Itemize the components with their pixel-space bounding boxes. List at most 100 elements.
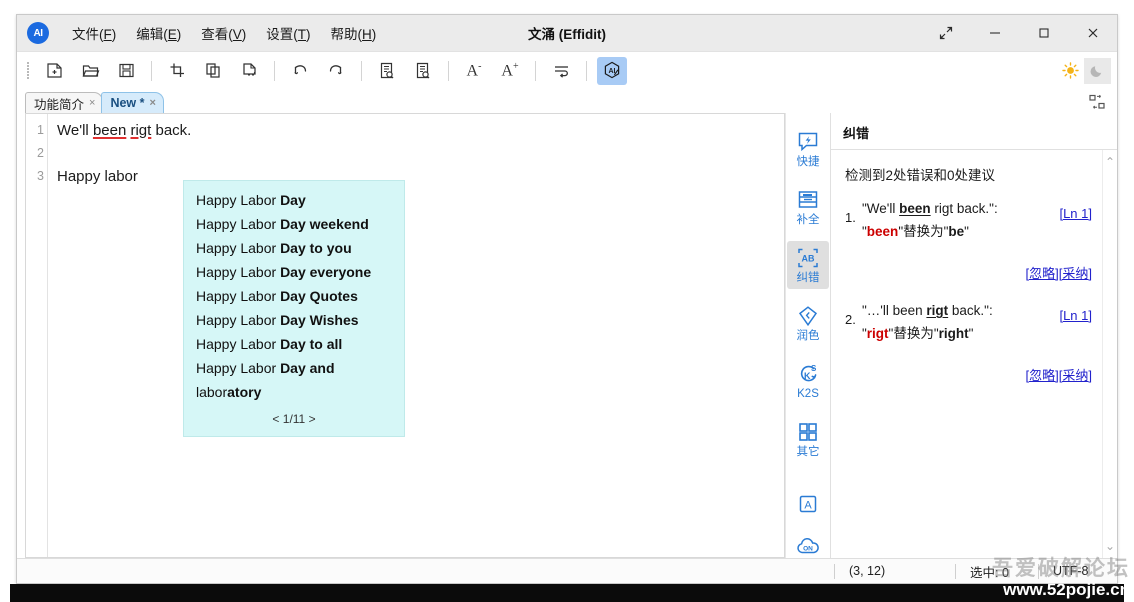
language-a-icon[interactable]: A	[787, 487, 829, 520]
issue-ignore-link[interactable]: [忽略]	[1026, 368, 1059, 383]
redo-icon[interactable]	[321, 57, 351, 85]
autocomplete-item[interactable]: Happy Labor Day Wishes	[184, 308, 404, 332]
app-window: AI 文件(F) 编辑(E) 查看(V) 设置(T) 帮助(H) 文涌 (Eff…	[16, 14, 1118, 584]
font-increase-icon[interactable]: A+	[495, 57, 525, 85]
find-icon[interactable]	[372, 57, 402, 85]
quote-pre: "…'ll been	[862, 303, 927, 318]
paste-icon[interactable]	[234, 57, 264, 85]
rail-item-polish[interactable]: 润色	[787, 299, 829, 347]
autocomplete-item[interactable]: Happy Labor Day	[184, 188, 404, 212]
menu-view[interactable]: 查看(V)	[192, 19, 255, 47]
issue-ignore-link[interactable]: [忽略]	[1026, 266, 1059, 281]
copy-icon[interactable]	[198, 57, 228, 85]
issue-row: 1. "We'll been rigt back.": "been"替换为"be…	[845, 198, 1092, 282]
main-body: 1 2 3 We'll been rigt back. Happy labor …	[17, 113, 1117, 558]
autocomplete-item[interactable]: Happy Labor Day and	[184, 356, 404, 380]
ac-suffix: Day to all	[280, 336, 343, 352]
rail-item-quick[interactable]: 快捷	[787, 125, 829, 173]
issue-quote: "We'll been rigt back.":	[862, 198, 1006, 219]
moon-icon[interactable]	[1084, 57, 1111, 84]
autocomplete-popup[interactable]: Happy Labor Day Happy Labor Day weekend …	[183, 180, 405, 437]
scroll-down-icon[interactable]: ⌄	[1105, 539, 1115, 553]
autocomplete-next-button[interactable]: >	[309, 412, 316, 426]
window-title-cn: 文涌	[528, 27, 555, 42]
menu-settings-label: 设置	[266, 27, 294, 42]
tab-intro-label: 功能简介	[34, 97, 85, 112]
window-shadow-right-cap	[1124, 584, 1134, 602]
rail-label-proofread: 纠错	[796, 272, 820, 284]
status-encoding: UTF-8	[1053, 564, 1089, 578]
sun-icon[interactable]	[1057, 57, 1084, 84]
rail-item-proofread[interactable]: AB 纠错	[787, 241, 829, 289]
undo-icon[interactable]	[285, 57, 315, 85]
close-button[interactable]	[1068, 15, 1117, 51]
toolbar-separator-6	[586, 60, 587, 81]
menu-edit[interactable]: 编辑(E)	[127, 19, 190, 47]
autocomplete-item[interactable]: Happy Labor Day to you	[184, 236, 404, 260]
font-decrease-icon[interactable]: A-	[459, 57, 489, 85]
rail-item-other[interactable]: 其它	[787, 415, 829, 463]
scroll-up-icon[interactable]: ⌃	[1105, 155, 1115, 169]
rail-item-k2s[interactable]: KS K2S	[787, 357, 829, 405]
misspelled-word-rigt[interactable]: rigt	[130, 122, 151, 139]
misspelled-word-been[interactable]: been	[93, 122, 126, 139]
editor-text[interactable]: We'll been rigt back. Happy labor Happy …	[48, 114, 784, 557]
theme-toggle[interactable]	[1057, 57, 1111, 84]
rail-label-polish: 润色	[796, 330, 820, 342]
menu-bar: 文件(F) 编辑(E) 查看(V) 设置(T) 帮助(H)	[63, 19, 385, 47]
panel-scrollbar[interactable]: ⌃ ⌄	[1102, 150, 1117, 558]
autocomplete-item[interactable]: laboratory	[184, 380, 404, 404]
cloud-on-icon[interactable]: ON	[787, 530, 829, 561]
autocomplete-prev-button[interactable]: <	[272, 412, 279, 426]
ac-prefix: Happy Labor	[196, 312, 281, 328]
find-replace-icon[interactable]	[408, 57, 438, 85]
issue-text: "…'ll been rigt back.": "rigt"替换为"right"	[862, 300, 1006, 384]
ai-assist-icon[interactable]: AI	[597, 56, 627, 85]
menu-help-label: 帮助	[330, 27, 358, 42]
maximize-button[interactable]	[1019, 15, 1068, 51]
autocomplete-item[interactable]: Happy Labor Day Quotes	[184, 284, 404, 308]
issue-accept-link[interactable]: [采纳]	[1059, 368, 1092, 383]
rep-mid: "替换为"	[898, 224, 949, 239]
menu-settings[interactable]: 设置(T)	[257, 19, 319, 47]
line-number-gutter: 1 2 3	[26, 114, 48, 557]
autocomplete-item[interactable]: Happy Labor Day everyone	[184, 260, 404, 284]
window-controls	[921, 15, 1117, 51]
autocomplete-page-count: 1/11	[282, 412, 306, 426]
rail-item-completion[interactable]: 补全	[787, 183, 829, 231]
issue-line-link[interactable]: [Ln 1]	[1059, 308, 1092, 323]
toolbar-grip[interactable]	[23, 60, 33, 82]
wrap-text-icon[interactable]	[546, 57, 576, 85]
svg-text:AB: AB	[802, 254, 815, 264]
tab-new[interactable]: New * ×	[101, 92, 164, 113]
new-file-icon[interactable]	[39, 57, 69, 85]
tab-intro[interactable]: 功能简介 ×	[25, 92, 104, 113]
panel-content: 检测到2处错误和0处建议 1. "We'll been rigt back.":…	[831, 150, 1102, 558]
menu-file-label: 文件	[72, 27, 99, 42]
rail-label-completion: 补全	[796, 214, 820, 226]
open-folder-icon[interactable]	[75, 57, 105, 85]
tab-intro-close-icon[interactable]: ×	[89, 97, 95, 109]
ac-suffix: Day and	[280, 360, 335, 376]
issue-actions: [Ln 1] [忽略][采纳]	[1006, 300, 1092, 384]
ac-prefix: Happy Labor	[196, 240, 281, 256]
minimize-button[interactable]	[970, 15, 1019, 51]
issue-accept-link[interactable]: [采纳]	[1059, 266, 1092, 281]
toolbar-separator-4	[448, 60, 449, 81]
issue-text: "We'll been rigt back.": "been"替换为"be"	[862, 198, 1006, 282]
editor-area[interactable]: 1 2 3 We'll been rigt back. Happy labor …	[25, 113, 785, 558]
autocomplete-item[interactable]: Happy Labor Day weekend	[184, 212, 404, 236]
ac-suffix: atory	[227, 384, 262, 400]
save-icon[interactable]	[111, 57, 141, 85]
cut-icon[interactable]	[162, 57, 192, 85]
issue-line-link[interactable]: [Ln 1]	[1059, 206, 1092, 221]
expand-button[interactable]	[921, 15, 970, 51]
menu-file[interactable]: 文件(F)	[63, 19, 125, 47]
issue-replacement: "been"替换为"be"	[862, 221, 1006, 242]
menu-help[interactable]: 帮助(H)	[322, 19, 386, 47]
tab-new-close-icon[interactable]: ×	[150, 97, 156, 109]
split-view-icon[interactable]	[1087, 92, 1107, 112]
autocomplete-item[interactable]: Happy Labor Day to all	[184, 332, 404, 356]
ac-suffix: Day Quotes	[280, 288, 358, 304]
panel-summary: 检测到2处错误和0处建议	[845, 168, 996, 183]
